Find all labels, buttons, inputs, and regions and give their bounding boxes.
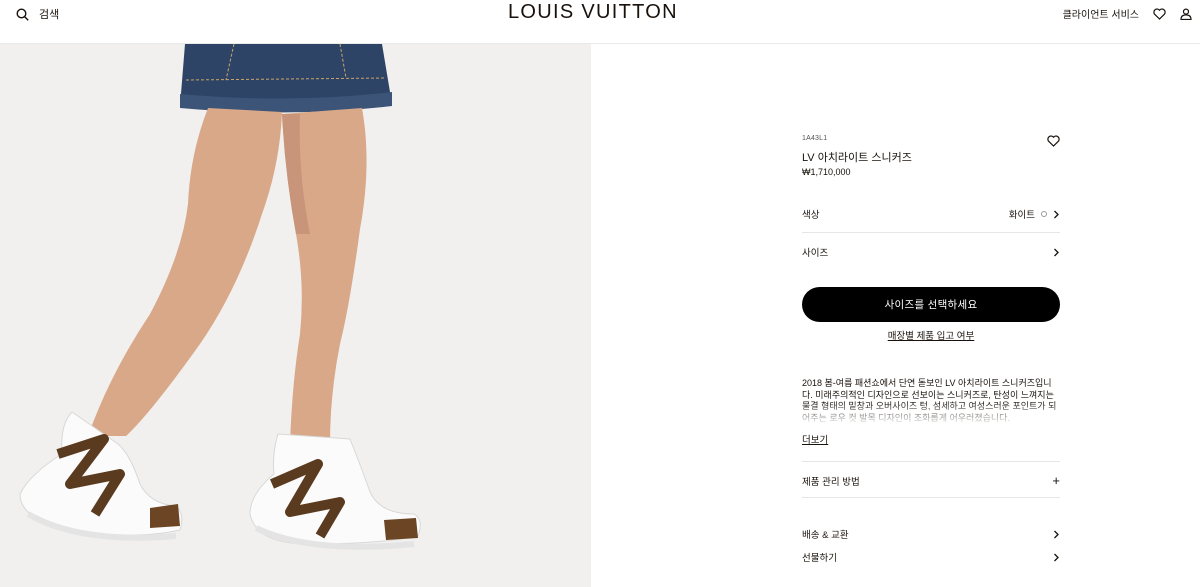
- denim-skirt: [180, 44, 392, 113]
- add-to-wishlist-button[interactable]: [1047, 134, 1060, 152]
- store-availability-link[interactable]: 매장별 제품 입고 여부: [802, 328, 1060, 342]
- care-label: 제품 관리 방법: [802, 477, 860, 488]
- plus-icon: +: [1052, 473, 1060, 488]
- divider: [802, 497, 1060, 498]
- client-service-link[interactable]: 클라이언트 서비스: [1063, 6, 1139, 21]
- gift-label: 선물하기: [802, 553, 837, 564]
- heart-icon: [1047, 135, 1060, 147]
- read-more-link[interactable]: 더보기: [802, 432, 828, 446]
- size-label: 사이즈: [802, 248, 829, 259]
- wishlist-button[interactable]: [1153, 7, 1166, 20]
- shipping-returns-link[interactable]: 배송 & 교환: [802, 527, 1060, 541]
- header-actions: 클라이언트 서비스: [1063, 6, 1192, 21]
- search-label: 검색: [39, 9, 60, 21]
- chevron-right-icon: [1054, 248, 1059, 256]
- divider: [802, 461, 1060, 462]
- shipping-label: 배송 & 교환: [802, 530, 849, 541]
- site-header: 검색 LOUIS VUITTON 클라이언트 서비스: [0, 0, 1200, 44]
- account-button[interactable]: [1180, 7, 1192, 20]
- care-instructions-toggle[interactable]: 제품 관리 방법 +: [802, 474, 1060, 488]
- product-image[interactable]: [0, 44, 591, 587]
- gift-link[interactable]: 선물하기: [802, 550, 1060, 564]
- size-selector[interactable]: 사이즈: [802, 245, 1060, 259]
- brand-logo[interactable]: LOUIS VUITTON: [508, 1, 678, 24]
- color-value: 화이트: [1008, 210, 1035, 221]
- color-selector[interactable]: 색상 화이트: [802, 207, 1060, 221]
- color-swatch: [1041, 211, 1047, 217]
- product-price: ₩1,710,000: [802, 167, 851, 177]
- chevron-right-icon: [1054, 553, 1059, 561]
- description-fade: [802, 402, 1060, 426]
- user-icon: [1180, 7, 1192, 20]
- heart-icon: [1153, 7, 1166, 20]
- search-icon: [16, 7, 29, 21]
- chevron-right-icon: [1054, 210, 1059, 218]
- search-button[interactable]: 검색: [16, 6, 59, 22]
- product-name: LV 아치라이트 스니커즈: [802, 152, 912, 164]
- color-label: 색상: [802, 210, 820, 221]
- select-size-button[interactable]: 사이즈를 선택하세요: [802, 287, 1060, 322]
- divider: [802, 232, 1060, 233]
- product-sku: 1A43L1: [802, 135, 828, 142]
- chevron-right-icon: [1054, 530, 1059, 538]
